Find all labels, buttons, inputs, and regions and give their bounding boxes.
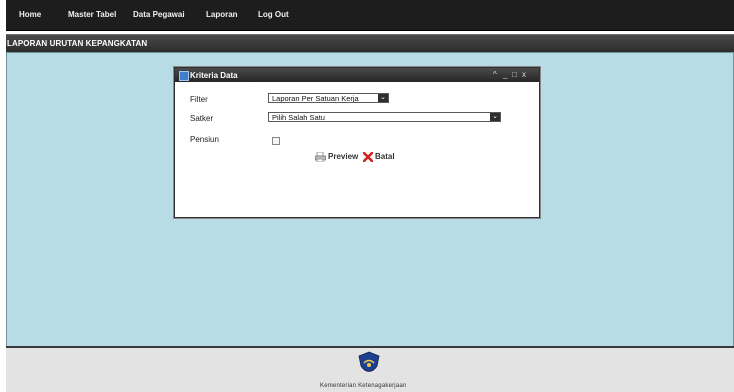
maximize-button[interactable]: □ (512, 70, 517, 79)
preview-label: Preview (328, 152, 359, 162)
dialog-title: Kriteria Data (190, 71, 238, 80)
batal-label: Batal (375, 152, 395, 162)
minimize-button[interactable]: _ (503, 70, 507, 79)
batal-button[interactable]: Batal (363, 152, 395, 162)
kriteria-data-dialog: Kriteria Data ^ _ □ x Filter Laporan Per… (174, 67, 540, 218)
window-icon (179, 71, 189, 81)
filter-label: Filter (190, 95, 208, 104)
chevron-down-icon: ⌄ (490, 113, 500, 121)
preview-button[interactable]: Preview (315, 152, 358, 162)
pensiun-label: Pensiun (190, 135, 219, 144)
dialog-header[interactable]: Kriteria Data ^ _ □ x (175, 68, 539, 82)
nav-home[interactable]: Home (19, 10, 41, 19)
nav-data-pegawai[interactable]: Data Pegawai (133, 10, 185, 19)
collapse-button[interactable]: ^ (493, 70, 497, 79)
nav-log-out[interactable]: Log Out (258, 10, 289, 19)
red-x-icon (363, 152, 373, 162)
page-title: LAPORAN URUTAN KEPANGKATAN (7, 39, 148, 48)
filter-select[interactable]: Laporan Per Satuan Kerja ⌄ (268, 93, 389, 103)
satker-select[interactable]: Pilih Salah Satu ⌄ (268, 112, 501, 122)
page-title-bar: LAPORAN URUTAN KEPANGKATAN (6, 34, 734, 53)
footer: Kementerian Ketenagakerjaan (6, 346, 734, 392)
ministry-shield-logo (358, 351, 380, 372)
chevron-down-icon: ⌄ (378, 94, 388, 102)
nav-master-tabel[interactable]: Master Tabel (68, 10, 116, 19)
top-navigation-bar: Home Master Tabel Data Pegawai Laporan L… (6, 0, 734, 31)
nav-laporan[interactable]: Laporan (206, 10, 238, 19)
footer-org-name: Kementerian Ketenagakerjaan (320, 383, 407, 389)
satker-label: Satker (190, 114, 214, 123)
satker-selected-value: Pilih Salah Satu (272, 113, 325, 122)
filter-selected-value: Laporan Per Satuan Kerja (272, 94, 359, 103)
printer-preview-icon (315, 152, 326, 162)
pensiun-checkbox[interactable] (272, 137, 280, 145)
close-button[interactable]: x (522, 70, 526, 79)
